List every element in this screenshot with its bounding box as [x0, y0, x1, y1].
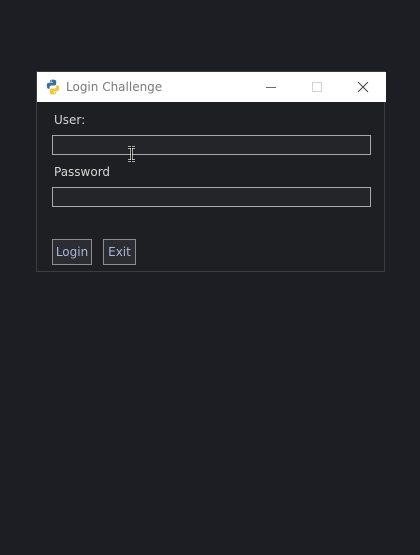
python-icon: [45, 79, 61, 95]
window-title: Login Challenge: [66, 80, 163, 94]
login-window: Login Challenge User: Password Login Exi…: [36, 71, 386, 272]
close-icon: [357, 81, 369, 93]
password-field[interactable]: [52, 187, 371, 207]
titlebar[interactable]: Login Challenge: [37, 72, 386, 102]
minimize-button[interactable]: [248, 72, 294, 102]
login-button[interactable]: Login: [52, 239, 92, 265]
exit-button[interactable]: Exit: [103, 239, 136, 265]
text-cursor-icon: [128, 146, 135, 162]
user-label: User:: [54, 113, 86, 127]
desktop: Login Challenge User: Password Login Exi…: [0, 0, 420, 555]
maximize-icon: [312, 82, 322, 92]
minimize-icon: [266, 87, 276, 88]
maximize-button[interactable]: [294, 72, 340, 102]
close-button[interactable]: [340, 72, 386, 102]
user-field[interactable]: [52, 135, 371, 155]
password-label: Password: [54, 165, 111, 179]
